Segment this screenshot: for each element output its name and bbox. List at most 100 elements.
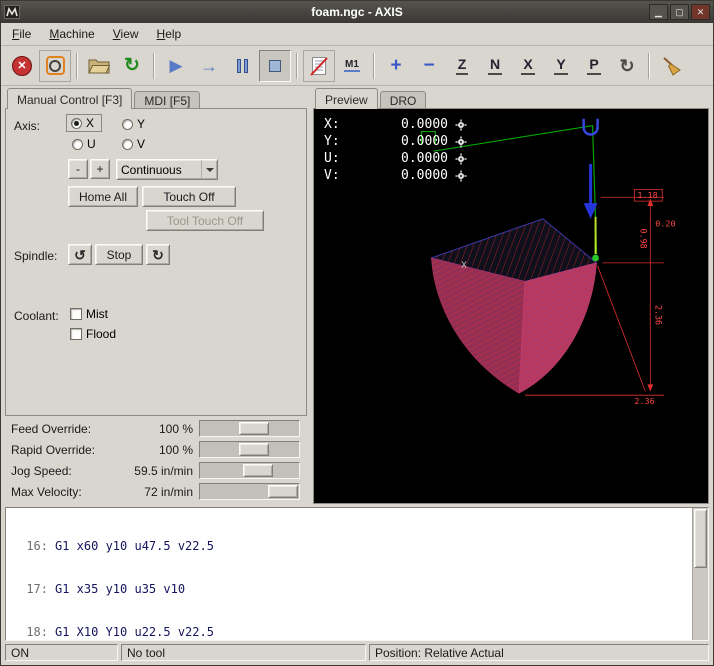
spindle-stop-button[interactable]: Stop	[95, 244, 143, 265]
minimize-button[interactable]: ▁	[649, 4, 668, 20]
radio-icon	[71, 118, 82, 129]
feed-override-slider[interactable]	[199, 420, 300, 437]
feed-override-row: Feed Override: 100 %	[11, 418, 307, 439]
max-velocity-slider[interactable]	[199, 483, 300, 500]
radio-icon	[122, 139, 133, 150]
reload-icon	[124, 56, 140, 75]
m1-icon: M1	[344, 59, 360, 72]
preview-canvas[interactable]: X: 0.0000 Y: 0.0000 U: 0.0000	[313, 108, 709, 504]
spindle-cw-button[interactable]: ↻	[146, 244, 170, 265]
zoom-out-button[interactable]: −	[413, 50, 445, 82]
slashed-document-icon	[310, 56, 328, 76]
rotate-view-button[interactable]	[611, 50, 643, 82]
jog-speed-slider[interactable]	[199, 462, 300, 479]
reload-button[interactable]	[116, 50, 148, 82]
menu-file[interactable]: File	[3, 24, 40, 44]
gcode-scrollbar[interactable]	[692, 508, 708, 640]
close-button[interactable]: ✕	[691, 4, 710, 20]
scrollbar-thumb[interactable]	[694, 509, 707, 568]
optional-pause-button[interactable]: M1	[336, 50, 368, 82]
minus-icon: −	[423, 56, 434, 75]
tab-preview[interactable]: Preview	[315, 88, 378, 109]
stop-icon	[269, 60, 281, 72]
axis-radio-v[interactable]: V	[122, 137, 145, 151]
tab-manual-control[interactable]: Manual Control [F3]	[7, 88, 132, 109]
touch-off-button[interactable]: Touch Off	[142, 186, 236, 207]
slider-thumb[interactable]	[243, 464, 273, 477]
view-top-button[interactable]: Z	[446, 50, 478, 82]
tab-dro[interactable]: DRO	[380, 91, 427, 109]
zoom-in-button[interactable]: +	[380, 50, 412, 82]
step-arrow-icon	[200, 57, 218, 75]
foam-part	[431, 219, 596, 393]
gcode-line[interactable]: 17:G1 x35 y10 u35 v10	[14, 582, 692, 596]
menu-machine[interactable]: Machine	[40, 24, 103, 44]
play-icon	[169, 57, 182, 74]
menubar: File Machine View Help	[1, 23, 713, 46]
slider-thumb[interactable]	[239, 443, 269, 456]
preview-column: Preview DRO X: 0.0000 Y: 0.0000	[313, 88, 709, 504]
status-bar: ON No tool Position: Relative Actual	[1, 641, 713, 665]
dro-row-u: U: 0.0000	[324, 150, 467, 167]
letter-y-icon: Y	[554, 56, 567, 75]
toolbar: M1 + − Z N X Y P	[1, 46, 713, 86]
menu-view[interactable]: View	[104, 24, 148, 44]
jog-mode-combobox[interactable]: Continuous	[116, 159, 218, 180]
run-from-line-button[interactable]	[193, 50, 225, 82]
clear-plot-button[interactable]	[655, 50, 687, 82]
control-column: Manual Control [F3] MDI [F5] Axis: X Y U	[5, 88, 307, 504]
jog-speed-value: 59.5 in/min	[113, 464, 199, 478]
view-side-button[interactable]: X	[512, 50, 544, 82]
view-front-button[interactable]: Y	[545, 50, 577, 82]
view-top-rotated-button[interactable]: N	[479, 50, 511, 82]
gcode-listing[interactable]: 16:G1 x60 y10 u47.5 v22.5 17:G1 x35 y10 …	[5, 507, 709, 641]
home-all-button[interactable]: Home All	[68, 186, 138, 207]
plus-icon: +	[390, 56, 401, 75]
gcode-line[interactable]: 18:G1 X10 Y10 u22.5 v22.5	[14, 625, 692, 639]
unhomed-origin-icon	[455, 119, 467, 131]
unhomed-origin-icon	[455, 153, 467, 165]
gcode-line[interactable]: 16:G1 x60 y10 u47.5 v22.5	[14, 539, 692, 553]
slider-thumb[interactable]	[239, 422, 269, 435]
estop-button[interactable]	[6, 50, 38, 82]
machine-power-button[interactable]	[39, 50, 71, 82]
estop-icon	[12, 56, 32, 76]
rotate-icon	[619, 57, 634, 75]
open-file-button[interactable]	[83, 50, 115, 82]
dim-label-2: 0.98	[638, 229, 648, 249]
dro-row-v: V: 0.0000	[324, 167, 467, 184]
letter-x-icon: X	[521, 56, 534, 75]
jog-plus-button[interactable]: +	[90, 159, 110, 179]
dro-row-y: Y: 0.0000	[324, 133, 467, 150]
toolbar-separator	[296, 53, 298, 79]
axis-label: Axis:	[14, 119, 40, 133]
spindle-ccw-button[interactable]: ↺	[68, 244, 92, 265]
jog-minus-button[interactable]: -	[68, 159, 88, 179]
slider-thumb[interactable]	[268, 485, 298, 498]
menu-help[interactable]: Help	[148, 24, 191, 44]
skip-lines-button[interactable]	[303, 50, 335, 82]
coolant-label: Coolant:	[14, 309, 59, 323]
flood-checkbox[interactable]: Flood	[70, 327, 116, 341]
pause-button[interactable]	[226, 50, 258, 82]
axis-radio-y[interactable]: Y	[122, 117, 145, 131]
rapid-override-slider[interactable]	[199, 441, 300, 458]
tab-mdi[interactable]: MDI [F5]	[134, 91, 200, 109]
run-button[interactable]	[160, 50, 192, 82]
stop-button[interactable]	[259, 50, 291, 82]
axis-window: foam.ngc - AXIS ▁ ▢ ✕ File Machine View …	[0, 0, 714, 666]
rapid-override-label: Rapid Override:	[11, 443, 113, 457]
axis-radio-u[interactable]: U	[72, 137, 96, 151]
toolbar-separator	[153, 53, 155, 79]
manual-control-panel: Axis: X Y U V - +	[5, 108, 307, 416]
max-velocity-row: Max Velocity: 72 in/min	[11, 481, 307, 502]
mist-checkbox[interactable]: Mist	[70, 307, 108, 321]
view-perspective-button[interactable]: P	[578, 50, 610, 82]
tool-status-cell: No tool	[121, 644, 366, 661]
checkbox-icon	[70, 308, 82, 320]
spindle-label: Spindle:	[14, 249, 57, 263]
tool-touch-off-button: Tool Touch Off	[146, 210, 264, 231]
dim-label-1: 1.18	[637, 190, 657, 200]
maximize-button[interactable]: ▢	[670, 4, 689, 20]
axis-radio-x[interactable]: X	[66, 114, 102, 132]
